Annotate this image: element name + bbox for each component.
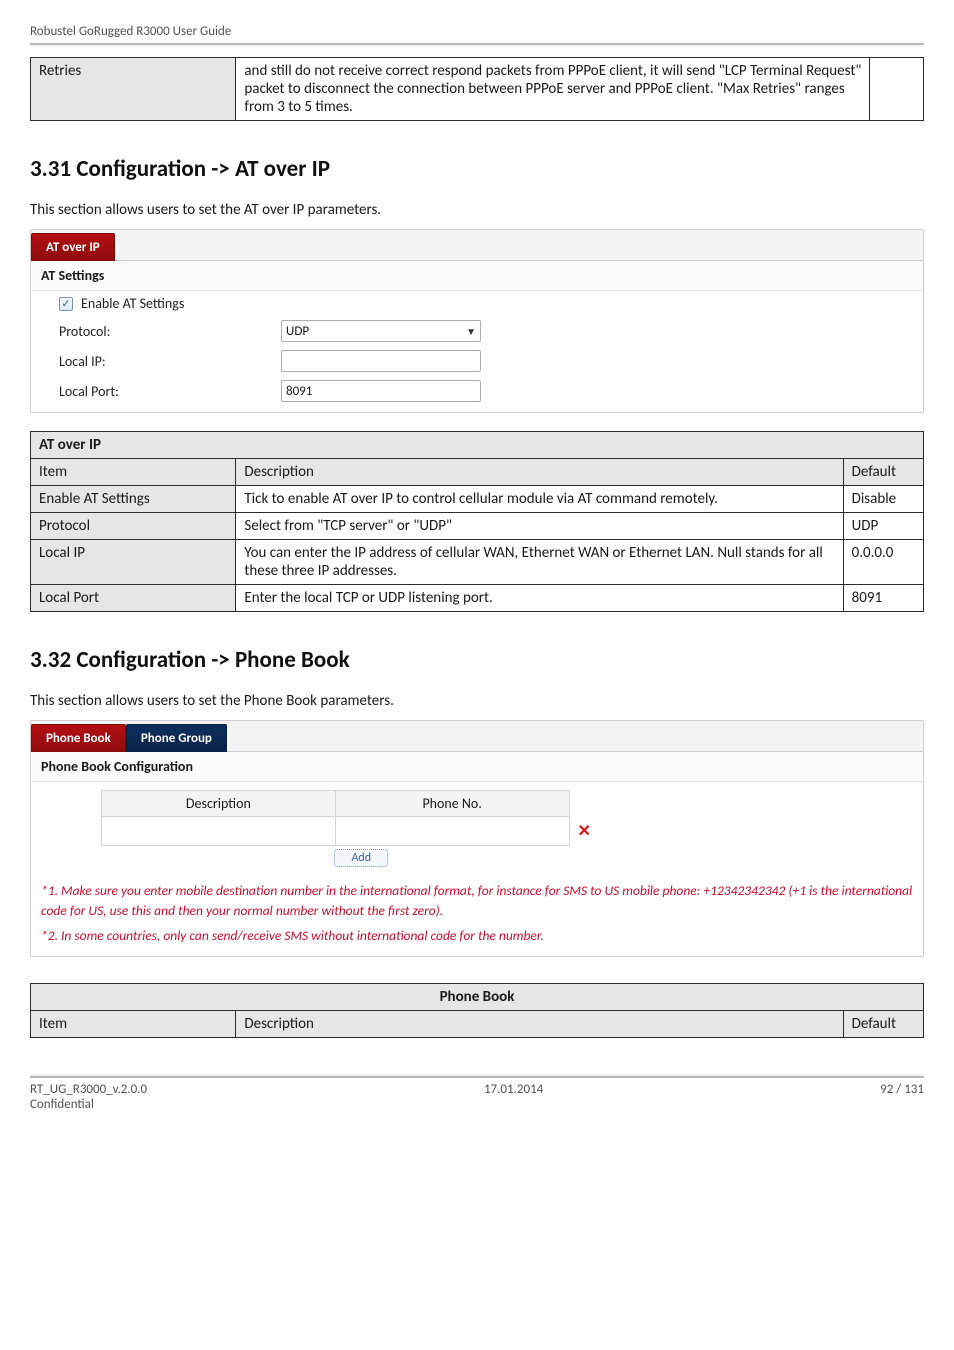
footer-left: RT_UG_R3000_v.2.0.0 Confidential — [30, 1082, 147, 1112]
col-desc: Description — [236, 459, 843, 486]
header-rule — [30, 43, 924, 47]
phone-book-config-table: Description Phone No. ✕ — [101, 790, 621, 871]
cell-default: UDP — [843, 513, 923, 540]
tab-strip: AT over IP — [31, 230, 923, 260]
add-button[interactable]: Add — [334, 849, 388, 867]
phone-no-input-cell[interactable] — [335, 817, 569, 846]
at-over-ip-table: AT over IP Item Description Default Enab… — [30, 431, 924, 612]
section-heading-at-over-ip: 3.31 Configuration -> AT over IP — [30, 155, 924, 183]
note-2: *2. In some countries, only can send/rec… — [41, 926, 913, 946]
group-heading: Phone Book Configuration — [31, 752, 923, 782]
col-description: Description — [102, 791, 336, 817]
table-row: Retries and still do not receive correct… — [31, 58, 924, 121]
footer-doc-id: RT_UG_R3000_v.2.0.0 — [30, 1082, 147, 1097]
tab-label: Phone Group — [141, 731, 212, 746]
at-over-ip-panel: AT over IP AT Settings ✓ Enable AT Setti… — [30, 229, 924, 413]
cell-desc: Enter the local TCP or UDP listening por… — [236, 585, 843, 612]
table-row: Protocol Select from "TCP server" or "UD… — [31, 513, 924, 540]
table-row: ✕ — [102, 817, 622, 846]
table-header-row: Item Description Default — [31, 459, 924, 486]
phone-book-intro: This section allows users to set the Pho… — [30, 692, 924, 710]
panel-body: AT Settings ✓ Enable AT Settings Protoco… — [31, 260, 923, 412]
notes: *1. Make sure you enter mobile destinati… — [31, 875, 923, 956]
table-title-row: AT over IP — [31, 432, 924, 459]
footer-date: 17.01.2014 — [484, 1082, 543, 1112]
col-default: Default — [843, 1010, 923, 1037]
add-button-label: Add — [351, 851, 371, 865]
footer-rule — [30, 1074, 924, 1078]
footer-page: 92 / 131 — [880, 1082, 924, 1112]
cell-default: 8091 — [843, 585, 923, 612]
tab-at-over-ip[interactable]: AT over IP — [31, 233, 115, 261]
tab-label: AT over IP — [46, 240, 100, 255]
cell-item: Protocol — [31, 513, 236, 540]
footer-confidential: Confidential — [30, 1097, 147, 1112]
tab-phone-group[interactable]: Phone Group — [126, 724, 227, 752]
form-row-local-port: Local Port: 8091 — [31, 376, 923, 412]
at-over-ip-intro: This section allows users to set the AT … — [30, 201, 924, 219]
cell-default: 0.0.0.0 — [843, 540, 923, 585]
delete-row-button[interactable]: ✕ — [578, 822, 591, 841]
local-port-input[interactable]: 8091 — [281, 380, 481, 402]
input-value: 8091 — [286, 384, 312, 399]
cell-item: Local Port — [31, 585, 236, 612]
table-row: Local IP You can enter the IP address of… — [31, 540, 924, 585]
local-ip-label: Local IP: — [59, 353, 269, 370]
protocol-select[interactable]: UDP ▼ — [281, 320, 481, 342]
tab-phone-book[interactable]: Phone Book — [31, 724, 126, 752]
phone-book-table: Phone Book Item Description Default — [30, 983, 924, 1038]
close-icon: ✕ — [578, 822, 591, 841]
col-item: Item — [31, 459, 236, 486]
table-row: Local Port Enter the local TCP or UDP li… — [31, 585, 924, 612]
retries-desc-cell: and still do not receive correct respond… — [236, 58, 870, 121]
cell-desc: Select from "TCP server" or "UDP" — [236, 513, 843, 540]
panel-body: Phone Book Configuration Description Pho… — [31, 751, 923, 956]
table-title-row: Phone Book — [31, 983, 924, 1010]
retries-default-cell — [870, 58, 924, 121]
col-default: Default — [843, 459, 923, 486]
group-heading: AT Settings — [31, 261, 923, 291]
chevron-down-icon: ▼ — [466, 325, 476, 338]
table-title: Phone Book — [31, 983, 924, 1010]
table-row: Enable AT Settings Tick to enable AT ove… — [31, 486, 924, 513]
col-item: Item — [31, 1010, 236, 1037]
col-desc: Description — [236, 1010, 843, 1037]
cell-default: Disable — [843, 486, 923, 513]
table-title: AT over IP — [31, 432, 924, 459]
protocol-label: Protocol: — [59, 323, 269, 340]
tab-strip: Phone Book Phone Group — [31, 721, 923, 751]
section-heading-phone-book: 3.32 Configuration -> Phone Book — [30, 646, 924, 674]
select-value: UDP — [286, 324, 309, 339]
enable-at-settings-checkbox[interactable]: ✓ Enable AT Settings — [59, 295, 184, 312]
form-row-protocol: Protocol: UDP ▼ — [31, 316, 923, 346]
description-input-cell[interactable] — [102, 817, 336, 846]
note-1: *1. Make sure you enter mobile destinati… — [41, 881, 913, 920]
table-header-row: Description Phone No. — [102, 791, 622, 817]
form-row-enable: ✓ Enable AT Settings — [31, 291, 923, 316]
local-ip-input[interactable] — [281, 350, 481, 372]
doc-header: Robustel GoRugged R3000 User Guide — [30, 24, 924, 43]
phone-book-panel: Phone Book Phone Group Phone Book Config… — [30, 720, 924, 957]
form-row-local-ip: Local IP: — [31, 346, 923, 376]
retries-item-cell: Retries — [31, 58, 236, 121]
local-port-label: Local Port: — [59, 383, 269, 400]
cell-desc: You can enter the IP address of cellular… — [236, 540, 843, 585]
retries-continuation-table: Retries and still do not receive correct… — [30, 57, 924, 121]
checkbox-label: Enable AT Settings — [81, 295, 184, 312]
check-icon: ✓ — [59, 297, 73, 311]
table-header-row: Item Description Default — [31, 1010, 924, 1037]
add-row: Add — [102, 846, 622, 872]
footer: RT_UG_R3000_v.2.0.0 Confidential 17.01.2… — [30, 1082, 924, 1132]
tab-label: Phone Book — [46, 731, 111, 746]
cell-item: Local IP — [31, 540, 236, 585]
cell-desc: Tick to enable AT over IP to control cel… — [236, 486, 843, 513]
cell-item: Enable AT Settings — [31, 486, 236, 513]
col-phone-no: Phone No. — [335, 791, 569, 817]
